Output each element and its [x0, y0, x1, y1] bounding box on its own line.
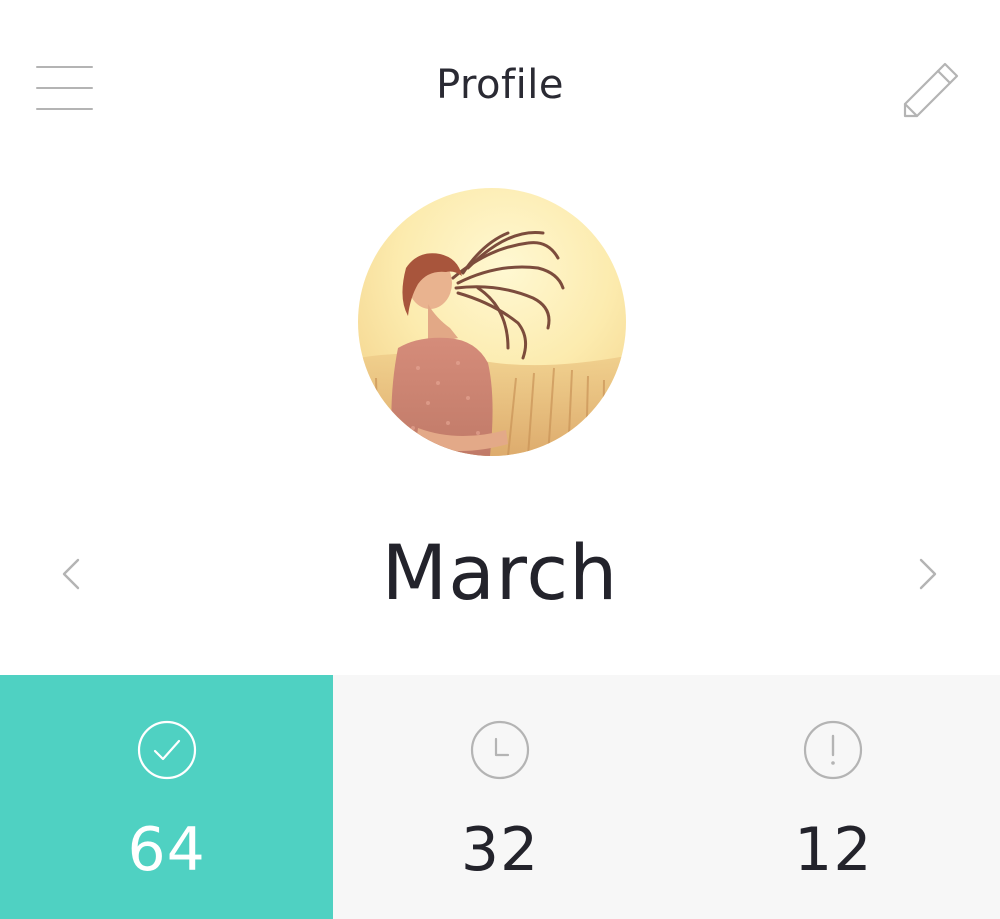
profile-photo [358, 188, 626, 456]
month-label: March [381, 528, 619, 617]
stat-pending[interactable]: 32 [333, 675, 666, 919]
stats-bar: 64 32 12 [0, 675, 1000, 919]
profile-screen: Profile March 64 32 12 [0, 0, 1000, 919]
stat-completed[interactable]: 64 [0, 675, 334, 919]
edit-button[interactable] [896, 54, 966, 124]
header: Profile [0, 0, 1000, 180]
check-circle-icon [137, 720, 196, 780]
pencil-icon [903, 62, 959, 118]
stat-pending-value: 32 [460, 815, 540, 885]
prev-month-button[interactable] [48, 550, 98, 600]
stat-alerts[interactable]: 12 [667, 675, 1000, 919]
stat-completed-value: 64 [127, 815, 206, 885]
chevron-right-icon [919, 558, 937, 590]
avatar[interactable] [358, 188, 626, 456]
stat-alerts-value: 12 [794, 815, 873, 885]
alert-circle-icon [804, 720, 863, 780]
page-title: Profile [436, 62, 564, 108]
clock-icon [470, 720, 530, 780]
chevron-left-icon [62, 558, 80, 590]
next-month-button[interactable] [903, 550, 953, 600]
menu-button[interactable] [30, 56, 100, 120]
